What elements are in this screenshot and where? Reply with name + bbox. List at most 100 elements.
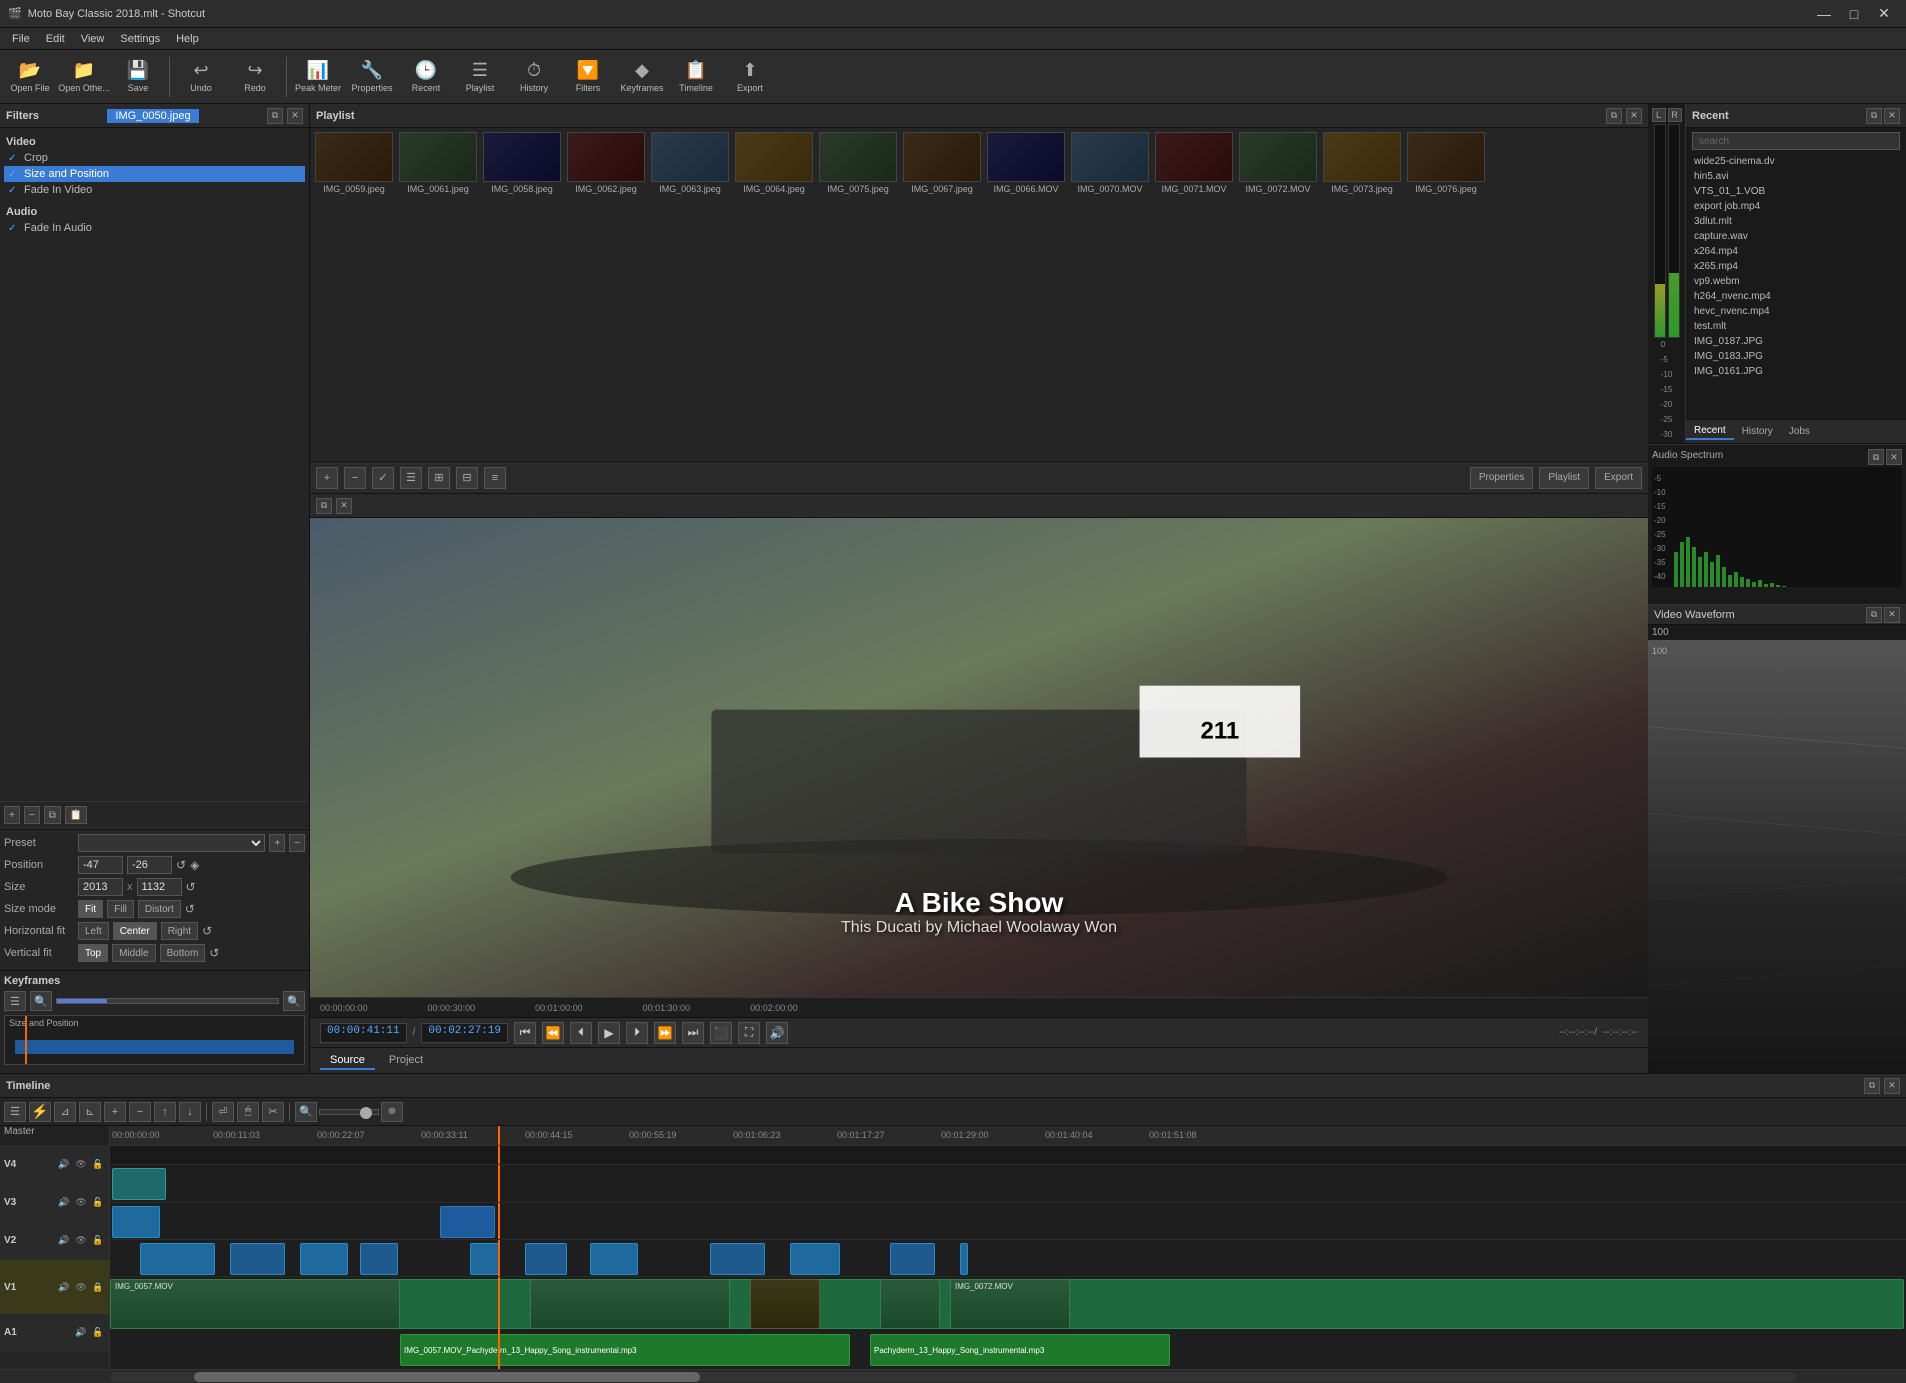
transport-stop[interactable]: ⬛ [710, 1022, 732, 1044]
recent-file-4[interactable]: 3dlut.mlt [1686, 214, 1906, 229]
playlist-item-3[interactable]: IMG_0062.jpeg [566, 132, 646, 194]
v4-clip-1[interactable] [112, 1168, 166, 1200]
v3-clip-1[interactable] [112, 1206, 160, 1238]
tab-project[interactable]: Project [379, 1052, 433, 1070]
v1-audio-icon[interactable]: 🔊 [57, 1280, 71, 1294]
paste-filter-button[interactable]: 📋 [65, 806, 87, 824]
filter-size-position[interactable]: ✓ Size and Position [4, 166, 305, 182]
recent-close[interactable]: ✕ [1884, 108, 1900, 124]
keyframes-list-btn[interactable]: ☰ [4, 991, 26, 1011]
a1-audio-icon[interactable]: 🔊 [74, 1326, 88, 1340]
h-right-button[interactable]: Right [161, 922, 198, 940]
v1-clip-section-5[interactable]: IMG_0072.MOV [950, 1279, 1070, 1329]
transport-ff[interactable]: ⏩ [654, 1022, 676, 1044]
playlist-item-2[interactable]: IMG_0058.jpeg [482, 132, 562, 194]
menu-settings[interactable]: Settings [112, 31, 168, 47]
playlist-close[interactable]: ✕ [1626, 108, 1642, 124]
recent-file-3[interactable]: export job.mp4 [1686, 199, 1906, 214]
playlist-item-1[interactable]: IMG_0061.jpeg [398, 132, 478, 194]
transport-volume[interactable]: 🔊 [766, 1022, 788, 1044]
v1-lock-icon[interactable]: 🔒 [91, 1280, 105, 1294]
playlist-footer-properties[interactable]: Properties [1470, 467, 1534, 489]
recent-button[interactable]: 🕒 Recent [400, 52, 452, 102]
recent-file-13[interactable]: IMG_0183.JPG [1686, 349, 1906, 364]
playlist-footer-export[interactable]: Export [1595, 467, 1642, 489]
recent-file-7[interactable]: x265.mp4 [1686, 259, 1906, 274]
v2-clip-10[interactable] [890, 1243, 935, 1275]
v3-eye-icon[interactable]: 👁 [74, 1196, 88, 1210]
v2-clip-7[interactable] [590, 1243, 638, 1275]
keyframes-zoom-in[interactable]: 🔍 [283, 991, 305, 1011]
v2-clip-9[interactable] [790, 1243, 840, 1275]
recent-file-10[interactable]: hevc_nvenc.mp4 [1686, 304, 1906, 319]
fit-button[interactable]: Fit [78, 900, 103, 918]
close-button[interactable]: ✕ [1870, 0, 1898, 28]
playlist-cols-btn[interactable]: ≡ [484, 467, 506, 489]
maximize-button[interactable]: □ [1840, 0, 1868, 28]
v4-audio-icon[interactable]: 🔊 [57, 1158, 71, 1172]
remove-filter-button[interactable]: − [24, 806, 40, 824]
playlist-grid-btn[interactable]: ⊞ [428, 467, 450, 489]
waveform-close[interactable]: ✕ [1884, 607, 1900, 623]
playlist-item-12[interactable]: IMG_0073.jpeg [1322, 132, 1402, 194]
position-x-input[interactable] [78, 856, 123, 874]
timeline-snap-btn[interactable]: ⚡ [29, 1102, 51, 1122]
size-reset-icon[interactable]: ↺ [186, 880, 196, 894]
v-bottom-button[interactable]: Bottom [160, 944, 206, 962]
v-middle-button[interactable]: Middle [112, 944, 155, 962]
timeline-close[interactable]: ✕ [1884, 1078, 1900, 1094]
recent-file-11[interactable]: test.mlt [1686, 319, 1906, 334]
undo-button[interactable]: ↩ Undo [175, 52, 227, 102]
playlist-item-11[interactable]: IMG_0072.MOV [1238, 132, 1318, 194]
v2-clip-11[interactable] [960, 1243, 968, 1275]
timeline-scrub-btn[interactable]: 🖱 [237, 1102, 259, 1122]
timeline-ripple-btn[interactable]: ⊿ [54, 1102, 76, 1122]
menu-file[interactable]: File [4, 31, 38, 47]
recent-file-1[interactable]: hin5.avi [1686, 169, 1906, 184]
transport-play-fwd[interactable]: ⏵ [626, 1022, 648, 1044]
recent-file-8[interactable]: vp9.webm [1686, 274, 1906, 289]
playlist-undock[interactable]: ⧉ [1606, 108, 1622, 124]
playlist-item-7[interactable]: IMG_0067.jpeg [902, 132, 982, 194]
playlist-item-6[interactable]: IMG_0075.jpeg [818, 132, 898, 194]
h-center-button[interactable]: Center [113, 922, 157, 940]
v1-clip-section-1[interactable]: IMG_0057.MOV [110, 1279, 400, 1329]
v4-lock-icon[interactable]: 🔓 [91, 1158, 105, 1172]
open-file-button[interactable]: 📂 Open File [4, 52, 56, 102]
position-reset-icon[interactable]: ↺ [176, 858, 186, 872]
v2-lock-icon[interactable]: 🔓 [91, 1234, 105, 1248]
zoom-out-btn[interactable]: 🔍 [295, 1102, 317, 1122]
v1-eye-icon[interactable]: 👁 [74, 1280, 88, 1294]
recent-undock[interactable]: ⧉ [1866, 108, 1882, 124]
recent-file-5[interactable]: capture.wav [1686, 229, 1906, 244]
playlist-footer-playlist[interactable]: Playlist [1539, 467, 1589, 489]
timeline-overwrite-btn[interactable]: ↓ [179, 1102, 201, 1122]
timeline-undock[interactable]: ⧉ [1864, 1078, 1880, 1094]
v1-clip-section-3[interactable] [750, 1279, 820, 1329]
v2-audio-icon[interactable]: 🔊 [57, 1234, 71, 1248]
timeline-blade-btn[interactable]: ✂ [262, 1102, 284, 1122]
playlist-detail-btn[interactable]: ⊟ [456, 467, 478, 489]
transport-play[interactable]: ▶ [598, 1022, 620, 1044]
transport-skip-back[interactable]: ⏮ [514, 1022, 536, 1044]
playlist-button[interactable]: ☰ Playlist [454, 52, 506, 102]
transport-skip-fwd[interactable]: ⏭ [682, 1022, 704, 1044]
v1-clip-section-2[interactable] [530, 1279, 730, 1329]
v-top-button[interactable]: Top [78, 944, 108, 962]
transport-play-back[interactable]: ⏴ [570, 1022, 592, 1044]
menu-edit[interactable]: Edit [38, 31, 73, 47]
preview-close[interactable]: ✕ [336, 498, 352, 514]
peak-meter-button[interactable]: 📊 Peak Meter [292, 52, 344, 102]
rpanel-tab-history[interactable]: History [1734, 424, 1781, 439]
timeline-ripple-all-btn[interactable]: ⊾ [79, 1102, 101, 1122]
v2-clip-4[interactable] [360, 1243, 398, 1275]
a1-clip-2[interactable]: Pachyderm_13_Happy_Song_instrumental.mp3 [870, 1334, 1170, 1366]
v2-clip-8[interactable] [710, 1243, 765, 1275]
playlist-remove-btn[interactable]: − [344, 467, 366, 489]
h-left-button[interactable]: Left [78, 922, 109, 940]
rpanel-tab-recent[interactable]: Recent [1686, 423, 1734, 440]
recent-file-0[interactable]: wide25-cinema.dv [1686, 154, 1906, 169]
playlist-add-btn[interactable]: + [316, 467, 338, 489]
v3-audio-icon[interactable]: 🔊 [57, 1196, 71, 1210]
tab-source[interactable]: Source [320, 1052, 375, 1070]
